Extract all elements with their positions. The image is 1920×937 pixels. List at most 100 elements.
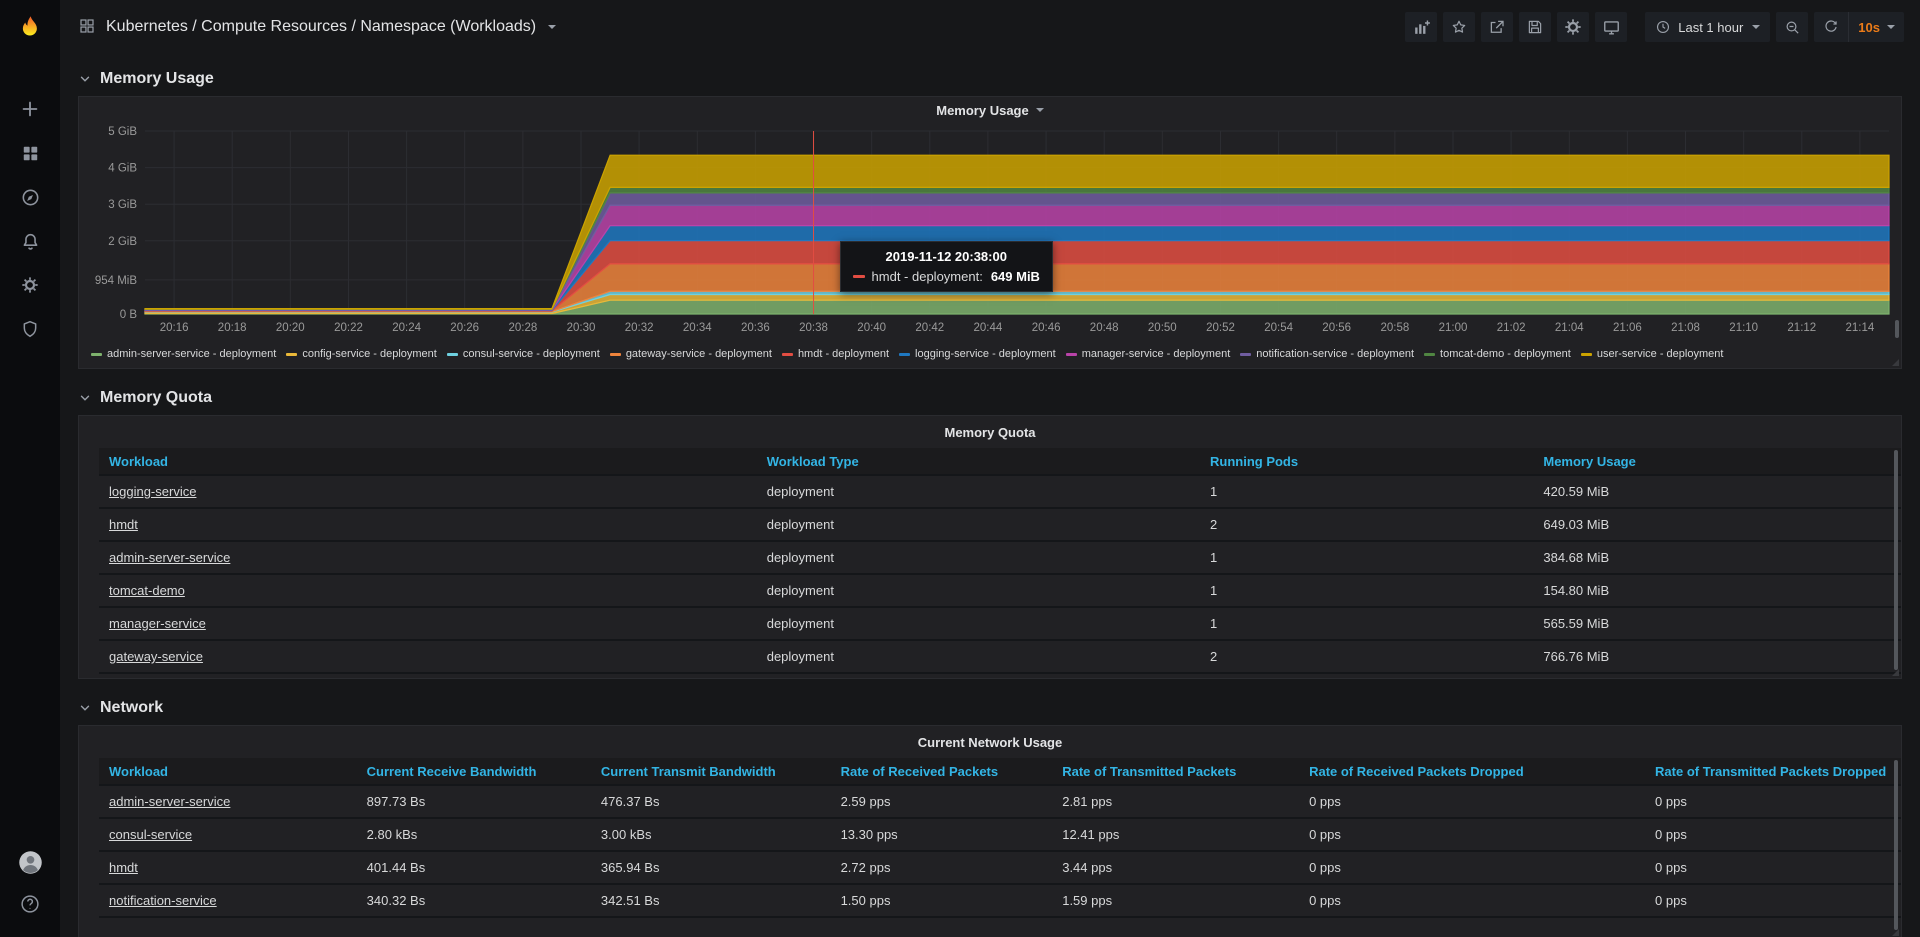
- column-header[interactable]: Rate of Transmitted Packets: [1052, 764, 1299, 779]
- table-row: admin-server-servicedeployment1384.68 Mi…: [99, 542, 1901, 575]
- svg-text:21:00: 21:00: [1439, 322, 1468, 334]
- legend-item[interactable]: gateway-service - deployment: [610, 348, 772, 360]
- column-header[interactable]: Workload: [99, 764, 357, 779]
- column-header[interactable]: Current Transmit Bandwidth: [591, 764, 831, 779]
- chevron-down-icon: [1036, 108, 1044, 112]
- shield-icon[interactable]: [0, 307, 60, 351]
- time-range-picker[interactable]: Last 1 hour: [1645, 12, 1770, 42]
- cycle-view-icon[interactable]: [1595, 12, 1627, 42]
- table-cell: 0 pps: [1645, 794, 1901, 809]
- table-cell: 766.76 MiB: [1533, 649, 1901, 664]
- section-memory-usage[interactable]: Memory Usage: [78, 64, 1902, 94]
- table-cell: 0 pps: [1299, 860, 1645, 875]
- workload-link[interactable]: logging-service: [99, 484, 757, 499]
- workload-link[interactable]: gateway-service: [99, 649, 757, 664]
- workload-link[interactable]: notification-service: [99, 893, 357, 908]
- column-header[interactable]: Rate of Received Packets Dropped: [1299, 764, 1645, 779]
- svg-text:20:32: 20:32: [625, 322, 654, 334]
- panel-title: Memory Usage: [936, 103, 1028, 118]
- refresh-icon[interactable]: [1814, 12, 1848, 42]
- svg-text:5 GiB: 5 GiB: [108, 126, 137, 138]
- dashboard-title[interactable]: Kubernetes / Compute Resources / Namespa…: [106, 18, 536, 36]
- panel-title-menu[interactable]: Memory Quota: [79, 416, 1901, 448]
- svg-text:20:56: 20:56: [1322, 322, 1351, 334]
- explore-icon[interactable]: [0, 175, 60, 219]
- svg-text:20:46: 20:46: [1032, 322, 1061, 334]
- column-header[interactable]: Rate of Received Packets: [831, 764, 1053, 779]
- user-avatar[interactable]: [0, 841, 60, 883]
- legend-item[interactable]: logging-service - deployment: [899, 348, 1056, 360]
- legend-item[interactable]: hmdt - deployment: [782, 348, 889, 360]
- chevron-down-icon: [78, 72, 92, 86]
- table-row: hmdt401.44 Bs365.94 Bs2.72 pps3.44 pps0 …: [99, 852, 1901, 885]
- star-icon[interactable]: [1443, 12, 1475, 42]
- svg-text:20:28: 20:28: [509, 322, 538, 334]
- alerting-bell-icon[interactable]: [0, 219, 60, 263]
- table-header-row: WorkloadWorkload TypeRunning PodsMemory …: [99, 448, 1901, 476]
- memory-usage-chart[interactable]: 0 B954 MiB2 GiB3 GiB4 GiB5 GiB20:1620:18…: [79, 123, 1901, 340]
- table-row: logging-servicedeployment1420.59 MiB: [99, 476, 1901, 509]
- section-network[interactable]: Network: [78, 693, 1902, 723]
- legend-item[interactable]: notification-service - deployment: [1240, 348, 1414, 360]
- share-icon[interactable]: [1481, 12, 1513, 42]
- workload-link[interactable]: admin-server-service: [99, 550, 757, 565]
- save-icon[interactable]: [1519, 12, 1551, 42]
- panel-scrollbar[interactable]: [1894, 760, 1898, 930]
- table-cell: 897.73 Bs: [357, 794, 591, 809]
- panel-title-menu[interactable]: Memory Usage: [79, 97, 1901, 123]
- svg-text:20:26: 20:26: [450, 322, 479, 334]
- plus-icon[interactable]: [0, 87, 60, 131]
- table-cell: 2.80 kBs: [357, 827, 591, 842]
- workload-link[interactable]: hmdt: [99, 860, 357, 875]
- legend-item[interactable]: consul-service - deployment: [447, 348, 600, 360]
- table-cell: 0 pps: [1645, 860, 1901, 875]
- table-row: hmdtdeployment2649.03 MiB: [99, 509, 1901, 542]
- legend-item[interactable]: tomcat-demo - deployment: [1424, 348, 1571, 360]
- column-header[interactable]: Workload: [99, 454, 757, 469]
- workload-link[interactable]: manager-service: [99, 616, 757, 631]
- panel-title-menu[interactable]: Current Network Usage: [79, 726, 1901, 758]
- legend-item[interactable]: manager-service - deployment: [1066, 348, 1231, 360]
- workload-link[interactable]: consul-service: [99, 827, 357, 842]
- svg-text:21:12: 21:12: [1787, 322, 1816, 334]
- legend-item[interactable]: config-service - deployment: [286, 348, 437, 360]
- column-header[interactable]: Current Receive Bandwidth: [357, 764, 591, 779]
- help-icon[interactable]: [0, 883, 60, 925]
- dashboards-icon[interactable]: [0, 131, 60, 175]
- gear-icon[interactable]: [1557, 12, 1589, 42]
- add-panel-icon[interactable]: [1405, 12, 1437, 42]
- table-cell: 3.00 kBs: [591, 827, 831, 842]
- zoom-out-icon[interactable]: [1776, 12, 1808, 42]
- sidebar: [0, 0, 60, 937]
- svg-text:20:16: 20:16: [160, 322, 189, 334]
- table-cell: 2.72 pps: [831, 860, 1053, 875]
- table-row: gateway-servicedeployment2766.76 MiB: [99, 641, 1901, 674]
- column-header[interactable]: Running Pods: [1200, 454, 1533, 469]
- table-cell: 649.03 MiB: [1533, 517, 1901, 532]
- table-cell: 0 pps: [1299, 794, 1645, 809]
- column-header[interactable]: Memory Usage: [1533, 454, 1901, 469]
- panel-scrollbar[interactable]: [1894, 450, 1898, 670]
- legend-item[interactable]: user-service - deployment: [1581, 348, 1724, 360]
- table-cell: 2: [1200, 649, 1533, 664]
- legend-item[interactable]: admin-server-service - deployment: [91, 348, 276, 360]
- workload-link[interactable]: tomcat-demo: [99, 583, 757, 598]
- chart-legend: admin-server-service - deployment config-…: [79, 340, 1901, 368]
- svg-text:3 GiB: 3 GiB: [108, 199, 137, 211]
- table-cell: 476.37 Bs: [591, 794, 831, 809]
- refresh-interval-dropdown[interactable]: 10s: [1848, 12, 1904, 42]
- column-header[interactable]: Rate of Transmitted Packets Dropped: [1645, 764, 1901, 779]
- chevron-down-icon[interactable]: [548, 25, 556, 29]
- panel-title: Current Network Usage: [918, 735, 1062, 750]
- column-header[interactable]: Workload Type: [757, 454, 1200, 469]
- apps-grid-icon: [78, 17, 96, 38]
- panel-scrollbar[interactable]: [1895, 320, 1899, 338]
- workload-link[interactable]: admin-server-service: [99, 794, 357, 809]
- grafana-logo[interactable]: [9, 8, 51, 53]
- gear-icon[interactable]: [0, 263, 60, 307]
- clock-icon: [1655, 19, 1671, 35]
- table-cell: deployment: [757, 484, 1200, 499]
- workload-link[interactable]: hmdt: [99, 517, 757, 532]
- section-memory-quota[interactable]: Memory Quota: [78, 383, 1902, 413]
- svg-text:21:10: 21:10: [1729, 322, 1758, 334]
